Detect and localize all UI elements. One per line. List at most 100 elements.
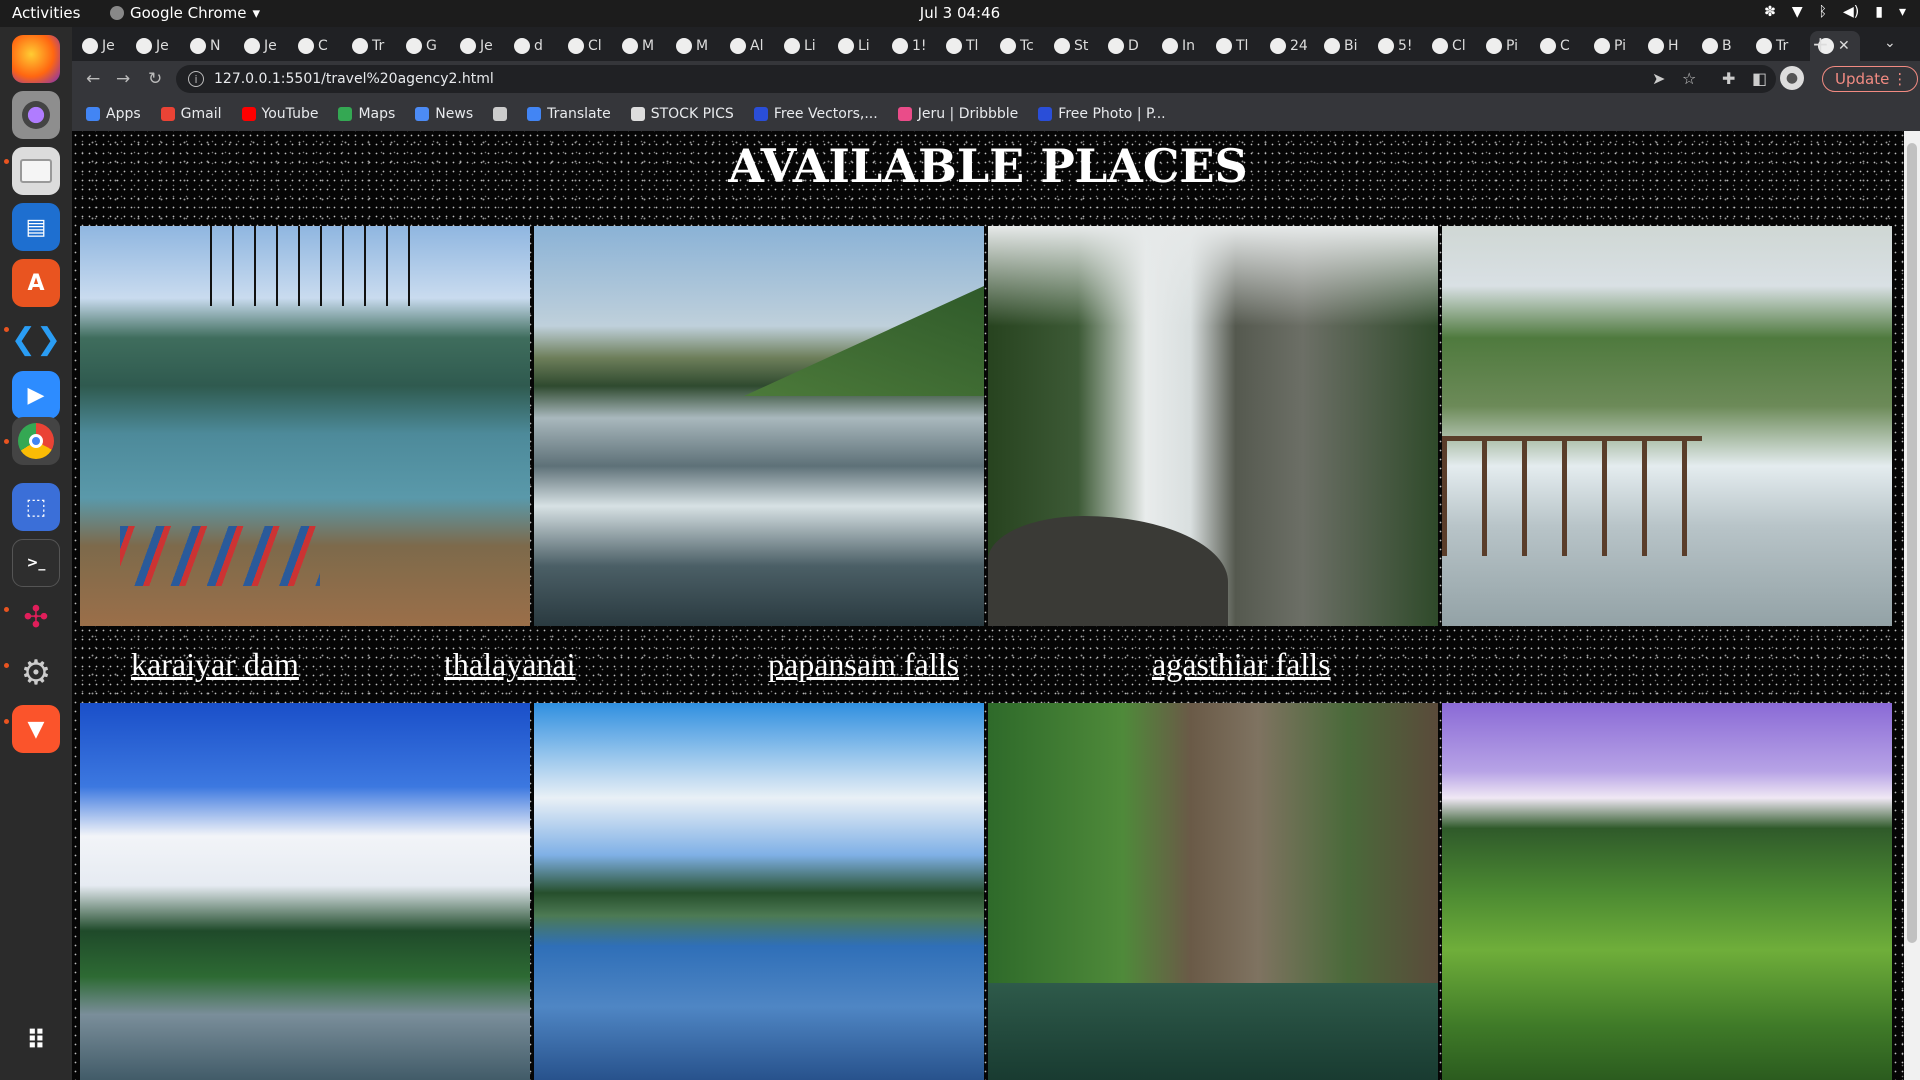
browser-tab[interactable]: Tr (352, 31, 402, 61)
browser-tab[interactable]: D (1108, 31, 1158, 61)
browser-tab[interactable]: 5! (1378, 31, 1428, 61)
app-grid-icon[interactable]: ⠿ (12, 1017, 60, 1065)
extension-icon[interactable]: ✽ (1764, 4, 1776, 20)
browser-chrome: Je Je N Je C Tr G Je d Cl M M Al Li Li 1! Tl Tc St D In Tl 24 B… (72, 27, 1920, 131)
link-karaiyar-dam[interactable]: karaiyar dam (131, 646, 299, 683)
firefox-icon[interactable] (12, 35, 60, 83)
browser-tab[interactable]: G (406, 31, 456, 61)
software-icon[interactable]: A (12, 259, 60, 307)
profile-avatar-icon[interactable]: ● (1780, 66, 1804, 90)
bookmark-item[interactable]: Translate (527, 106, 611, 122)
tab-search-icon[interactable]: ⌄ (1884, 35, 1896, 51)
reload-icon[interactable]: ↻ (148, 69, 162, 89)
browser-tab[interactable]: C (298, 31, 348, 61)
bookmark-item[interactable]: Apps (86, 106, 141, 122)
tab-title: Al (750, 38, 764, 54)
link-papansam-falls[interactable]: papansam falls (768, 646, 959, 683)
browser-tab[interactable]: N (190, 31, 240, 61)
slack-icon[interactable]: ✣ (12, 593, 60, 641)
dock: ▤ A ❮❯ ▶ ⬚ >_ ✣ ⚙ ▼ ⠿ (0, 27, 72, 1080)
browser-tab[interactable]: Li (838, 31, 888, 61)
browser-tab[interactable]: In (1162, 31, 1212, 61)
bookmark-item[interactable]: Free Photo | P... (1038, 106, 1166, 122)
close-tab-icon[interactable]: ✕ (1838, 38, 1850, 54)
files-icon[interactable] (12, 147, 60, 195)
volume-icon[interactable]: ◀) (1843, 4, 1859, 20)
terminal-icon[interactable]: >_ (12, 539, 60, 587)
browser-tab[interactable]: Pi (1594, 31, 1644, 61)
tab-favicon (838, 38, 854, 54)
browser-tab[interactable]: Tl (1216, 31, 1266, 61)
tab-title: Tr (1776, 38, 1789, 54)
screen-recorder-icon[interactable]: ⬚ (12, 483, 60, 531)
settings-icon[interactable]: ⚙ (12, 649, 60, 697)
bookmark-item[interactable]: Maps (338, 106, 395, 122)
vertical-scrollbar[interactable] (1904, 131, 1920, 1080)
browser-tab[interactable]: Je (136, 31, 186, 61)
scrollbar-thumb[interactable] (1907, 143, 1917, 943)
browser-tab[interactable]: 1! (892, 31, 942, 61)
link-thalayanai[interactable]: thalayanai (444, 646, 575, 683)
browser-tab[interactable]: B (1702, 31, 1752, 61)
url-text[interactable]: 127.0.0.1:5501/travel%20agency2.html (214, 71, 494, 87)
bluetooth-icon[interactable]: ᛒ (1819, 4, 1827, 20)
tab-favicon (1216, 38, 1232, 54)
tab-favicon (1270, 38, 1286, 54)
tab-favicon (1054, 38, 1070, 54)
tab-title: d (534, 38, 543, 54)
tab-title: St (1074, 38, 1089, 54)
browser-tab[interactable]: Li (784, 31, 834, 61)
system-tray[interactable]: ✽ ▼ ᛒ ◀) ▮ ▾ (1764, 4, 1906, 20)
browser-tab[interactable]: H (1648, 31, 1698, 61)
bookmark-item[interactable]: Gmail (160, 106, 222, 122)
wifi-icon[interactable]: ▼ (1792, 4, 1803, 20)
bookmark-item[interactable] (493, 107, 508, 121)
side-panel-icon[interactable]: ◧ (1752, 69, 1767, 88)
bookmark-item[interactable]: Jeru | Dribbble (897, 106, 1018, 122)
browser-tab[interactable]: Je (244, 31, 294, 61)
browser-tab[interactable]: Tl (946, 31, 996, 61)
browser-tab[interactable]: Pi (1486, 31, 1536, 61)
browser-tab[interactable]: M (622, 31, 672, 61)
bookmark-label: Free Photo | P... (1058, 106, 1166, 122)
browser-tab[interactable]: M (676, 31, 726, 61)
browser-tab[interactable]: Al (730, 31, 780, 61)
bookmark-item[interactable]: News (415, 106, 473, 122)
photo-thalayanai (534, 226, 984, 626)
bookmark-item[interactable]: Free Vectors,... (753, 106, 878, 122)
forward-icon[interactable]: → (116, 69, 130, 89)
address-bar[interactable]: i 127.0.0.1:5501/travel%20agency2.html (176, 65, 1776, 93)
browser-tab[interactable]: Je (82, 31, 132, 61)
bookmark-star-icon[interactable]: ☆ (1682, 69, 1696, 88)
browser-tab[interactable]: Cl (568, 31, 618, 61)
hanging-roots (210, 226, 410, 306)
bookmark-item[interactable]: STOCK PICS (630, 106, 734, 122)
browser-tab[interactable]: St (1054, 31, 1104, 61)
site-info-icon[interactable]: i (188, 71, 204, 87)
zoom-icon[interactable]: ▶ (12, 371, 60, 419)
battery-icon[interactable]: ▮ (1875, 4, 1883, 20)
browser-tab[interactable]: Je (460, 31, 510, 61)
folder-shape (20, 159, 52, 183)
chrome-icon[interactable] (12, 417, 60, 465)
browser-tab[interactable]: d (514, 31, 564, 61)
send-tab-icon[interactable]: ➤ (1652, 69, 1665, 88)
browser-tab[interactable]: C (1540, 31, 1590, 61)
update-button[interactable]: Update ⋮ (1822, 66, 1919, 92)
browser-tab[interactable]: 24 (1270, 31, 1320, 61)
power-menu-icon[interactable]: ▾ (1899, 4, 1906, 20)
screenshot-icon[interactable] (12, 91, 60, 139)
browser-tab[interactable]: Tr (1756, 31, 1806, 61)
browser-tab[interactable]: Bi (1324, 31, 1374, 61)
browser-tab[interactable]: Tc (1000, 31, 1050, 61)
extensions-icon[interactable]: ✚ (1722, 69, 1735, 88)
writer-icon[interactable]: ▤ (12, 203, 60, 251)
browser-tab[interactable]: Cl (1432, 31, 1482, 61)
back-icon[interactable]: ← (86, 69, 100, 89)
new-tab-icon[interactable]: + (1812, 32, 1829, 56)
link-agasthiar-falls[interactable]: agasthiar falls (1152, 646, 1331, 683)
bookmark-item[interactable]: YouTube (241, 106, 318, 122)
clock[interactable]: Jul 3 04:46 (0, 4, 1920, 22)
vscode-icon[interactable]: ❮❯ (11, 315, 61, 363)
brave-icon[interactable]: ▼ (12, 705, 60, 753)
